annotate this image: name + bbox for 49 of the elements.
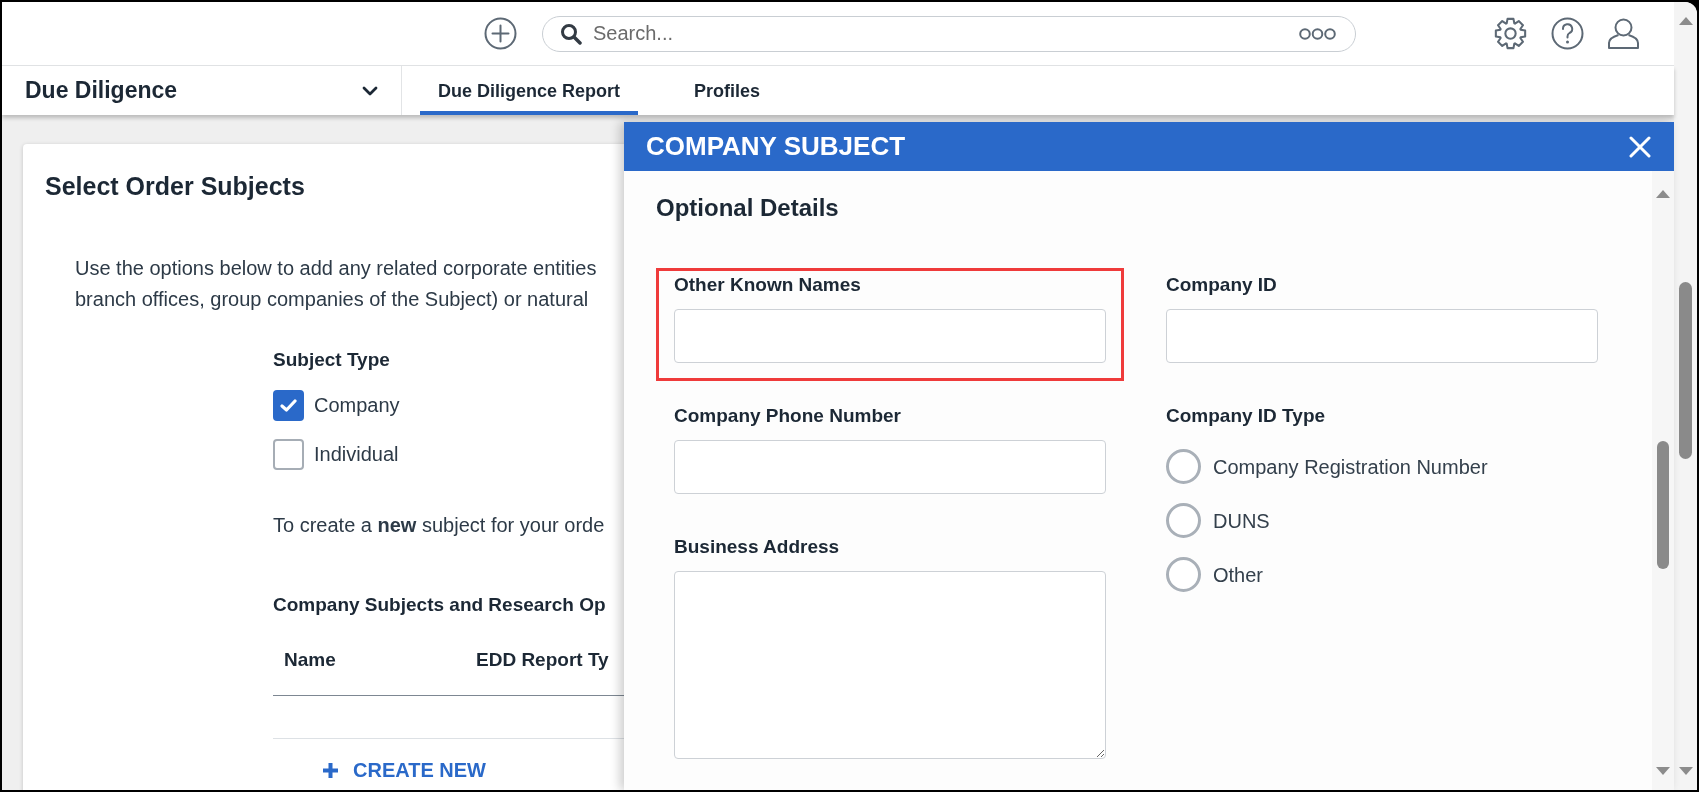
option-label: Other	[1213, 562, 1264, 588]
checkmark-icon	[280, 398, 297, 412]
column-header: Name	[284, 648, 336, 670]
modal-title: COMPANY SUBJECT	[646, 130, 906, 163]
checkbox-label: Individual	[314, 442, 399, 467]
intro-paragraph: Use the options below to add any related corporate entities branch offices, group companies of the Subject) or natural	[75, 256, 597, 312]
scrollbar-thumb[interactable]	[1679, 282, 1692, 459]
more-icon[interactable]	[1299, 27, 1336, 40]
textarea-field[interactable]	[674, 571, 1106, 759]
field-label: Company ID Type	[1166, 404, 1326, 428]
card-title: Select Order Subjects	[45, 171, 305, 202]
scrollbar-thumb[interactable]	[1657, 441, 1669, 569]
tab[interactable]: Due Diligence Report	[420, 66, 639, 115]
section-title: Optional Details	[656, 193, 839, 223]
plus-icon	[322, 761, 339, 779]
option-label: DUNS	[1213, 508, 1270, 534]
section-label: Subject Type	[273, 348, 390, 372]
help-icon[interactable]	[1551, 17, 1584, 50]
column-header: EDD Report Ty	[476, 648, 609, 670]
input-field[interactable]	[1166, 309, 1598, 363]
hint-text: To create a new subject for your orde	[273, 513, 605, 538]
search-icon	[560, 22, 582, 45]
input-field[interactable]	[674, 309, 1106, 363]
close-icon[interactable]	[1629, 135, 1651, 158]
scroll-up-arrow-icon[interactable]	[1678, 17, 1693, 25]
option-label: Company Registration Number	[1213, 454, 1488, 480]
settings-icon[interactable]	[1494, 17, 1527, 50]
chevron-down-icon[interactable]	[362, 85, 378, 96]
checkbox[interactable]	[273, 438, 304, 470]
radio-button[interactable]	[1166, 503, 1201, 538]
checkbox-label: Company	[314, 393, 400, 418]
radio-button[interactable]	[1166, 557, 1201, 592]
add-circle-icon[interactable]	[484, 17, 517, 50]
app-switcher-dropdown[interactable]: Due Diligence	[2, 66, 401, 115]
field-label: Business Address	[674, 535, 840, 559]
search-field[interactable]: Search...	[542, 15, 1356, 52]
scroll-up-arrow-icon[interactable]	[1656, 190, 1670, 198]
table-title: Company Subjects and Research Op	[273, 593, 606, 617]
scroll-down-arrow-icon[interactable]	[1678, 767, 1693, 775]
user-icon[interactable]	[1607, 17, 1640, 50]
create-new-button[interactable]: CREATE NEW	[322, 755, 486, 785]
tab[interactable]: Profiles	[676, 66, 779, 115]
radio-button[interactable]	[1166, 449, 1201, 484]
field-label: Company ID	[1166, 273, 1277, 297]
checkbox[interactable]	[273, 389, 304, 421]
field-label: Other Known Names	[674, 273, 861, 297]
field-label: Company Phone Number	[674, 404, 901, 428]
input-field[interactable]	[674, 440, 1106, 494]
scroll-down-arrow-icon[interactable]	[1656, 767, 1670, 775]
